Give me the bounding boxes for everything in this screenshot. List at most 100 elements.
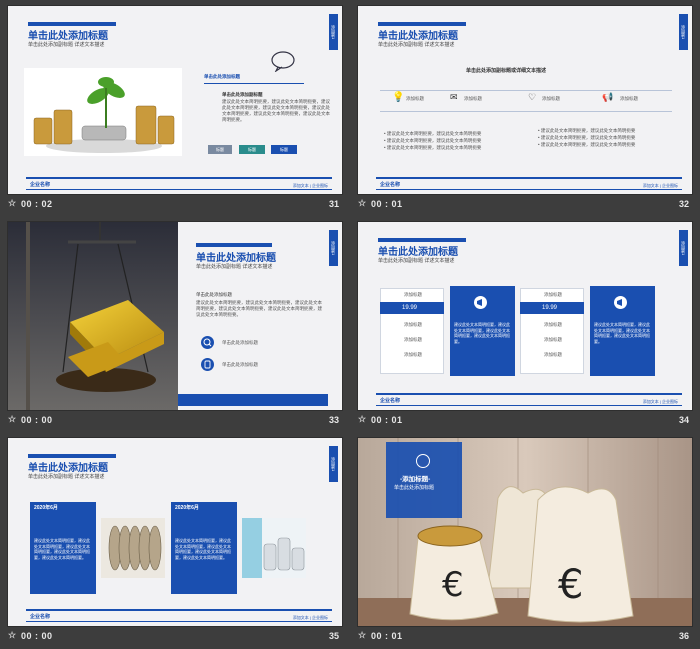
slide-number: 36 [678,631,689,641]
tag-button-3[interactable]: 标题 [271,145,297,154]
slide-number: 31 [328,199,339,209]
body-text: 建议此处文本简明扼要，建议此处文本简明扼要，建议此处文本简明扼要，建议此处文本简… [196,300,322,317]
bullet-left-1: • 建议此处文本简明扼要，建议此处文本简明扼要 [384,131,482,136]
footer-rule-2 [376,405,682,406]
slide-meta: ☆ 00 : 01 32 [357,198,693,212]
megaphone-icon [614,296,627,309]
slide-title: 单击此处添加标题 [378,31,458,42]
panel-text: 建议此处文本简明扼要，建议此处文本简明扼要，建议此处文本简明扼要，建议此处文本简… [454,322,510,344]
footer-company: 企业名称 [380,182,401,188]
coins-closeup-image [101,518,165,578]
coins-plant-image [24,68,182,156]
transition-star-icon: ☆ [8,630,17,640]
slide-number: 32 [678,199,689,209]
icon-label-2: 添加标题 [464,96,482,101]
slide-subtitle: 单击此处添加副标题 详述文本描述 [378,258,455,264]
chat-bubble-icon [271,51,295,72]
title-bar [196,243,272,247]
footer-right-text: 添加文本 | 企业图标 [292,615,328,620]
page-tab: 添加第1 [329,230,338,266]
slide-title: 单击此处添加标题 [28,463,108,474]
slide-canvas: 单击此处添加标题 单击此处添加副标题 详述文本描述 添加第1 添加标题 19.9… [357,221,693,411]
price-value: 19.99 [402,305,418,311]
date-label: 2020年6月 [34,505,58,511]
slide-subtitle: 单击此处添加副标题 详述文本描述 [28,42,105,48]
box-title: -添加标题- [400,476,431,483]
row-label: 添加标题 [544,352,562,357]
pricing-card-2 [520,288,584,374]
transition-star-icon: ☆ [358,414,367,424]
slide-subtitle: 单击此处添加副标题 详述文本描述 [378,42,455,48]
footer-rule-2 [376,189,682,190]
date-label: 2020年6月 [175,505,199,511]
slide-meta: ☆ 00 : 02 31 [7,198,343,212]
slide-meta: ☆ 00 : 01 34 [357,414,693,428]
search-icon [201,336,214,349]
panel-text: 建议此处文本简明扼要，建议此处文本简明扼要，建议此处文本简明扼要，建议此处文本简… [175,538,231,560]
title-bar [28,22,116,26]
bottom-band [178,394,328,406]
slide-title: 单击此处添加标题 [28,31,108,42]
slide-title: 单击此处添加标题 [196,253,276,264]
svg-text:€: € [558,562,583,608]
item-label-2: 单击此处添加标题 [222,362,258,367]
slide-meta: ☆ 00 : 01 36 [357,630,693,644]
footer-company: 企业名称 [30,614,51,620]
row-label: 添加标题 [544,292,562,297]
body-heading: 单击此处添加副标题 [222,92,263,97]
footer-company: 企业名称 [380,398,401,404]
transition-star-icon: ☆ [8,414,17,424]
section-heading: 单击此处添加副标题或详细文本描述 [466,68,547,74]
megaphone-icon [474,296,487,309]
transition-star-icon: ☆ [8,198,17,208]
row-label: 添加标题 [404,292,422,297]
money-icon: ✉ [450,92,458,102]
slide-time: 00 : 01 [371,631,403,641]
icon-label-4: 添加标题 [620,96,638,101]
slide-time: 00 : 02 [21,199,53,209]
slide-time: 00 : 01 [371,415,403,425]
slide-title: 单击此处添加标题 [378,247,458,258]
panel-text: 建议此处文本简明扼要，建议此处文本简明扼要，建议此处文本简明扼要，建议此处文本简… [594,322,650,344]
bullet-right-1: • 建议此处文本简明扼要，建议此处文本简明扼要 [538,128,636,133]
page-tab: 添加第1 [679,230,688,266]
svg-text:€: € [442,565,464,605]
coin-stacks-image [242,518,306,578]
icon-label-3: 添加标题 [542,96,560,101]
megaphone-icon: 📢 [602,92,614,102]
row-label: 添加标题 [544,337,562,342]
tag-button-1[interactable]: 标题 [208,145,232,154]
slide-meta: ☆ 00 : 00 33 [7,414,343,428]
transition-star-icon: ☆ [358,630,367,640]
footer-rule [26,177,332,179]
slide-subtitle: 单击此处添加副标题 详述文本描述 [28,474,105,480]
slide-canvas: 单击此处添加标题 单击此处添加副标题 详述文本描述 添加第1 单击此处添加标题 … [7,5,343,195]
body-heading: 单击此处添加标题 [196,292,232,297]
slide-canvas: 单击此处添加标题 单击此处添加副标题 详述文本描述 添加第1 2020年6月 建… [7,437,343,627]
slide-time: 00 : 00 [21,415,53,425]
body-text: 建议此处文本简明扼要，建议此处文本简明扼要，建议此处文本简明扼要，建议此处文本简… [222,99,330,122]
footer-rule-2 [26,189,332,190]
bullet-right-3: • 建议此处文本简明扼要，建议此处文本简明扼要 [538,142,636,147]
footer-right-text: 添加文本 | 企业图标 [642,183,678,188]
title-bar [28,454,116,458]
caption: 单击此处添加标题 [204,74,240,79]
panel-text: 建议此处文本简明扼要，建议此处文本简明扼要，建议此处文本简明扼要，建议此处文本简… [34,538,90,560]
gold-scale-image [8,222,178,410]
tag-button-2[interactable]: 标题 [239,145,265,154]
footer-rule [26,609,332,611]
pricing-card-1 [380,288,444,374]
row-label: 添加标题 [404,352,422,357]
slide-number: 35 [328,631,339,641]
title-bar [378,238,466,242]
footer-right-text: 添加文本 | 企业图标 [292,183,328,188]
slide-time: 00 : 01 [371,199,403,209]
page-tab: 添加第1 [329,446,338,482]
slide-canvas: 单击此处添加标题 单击此处添加副标题 详述文本描述 添加第1 单击此处添加标题 … [7,221,343,411]
footer-company: 企业名称 [30,182,51,188]
page-tab: 添加第1 [329,14,338,50]
footer-rule [376,177,682,179]
transition-star-icon: ☆ [358,198,367,208]
lightbulb-icon: 💡 [392,92,405,103]
phone-icon [201,358,214,371]
